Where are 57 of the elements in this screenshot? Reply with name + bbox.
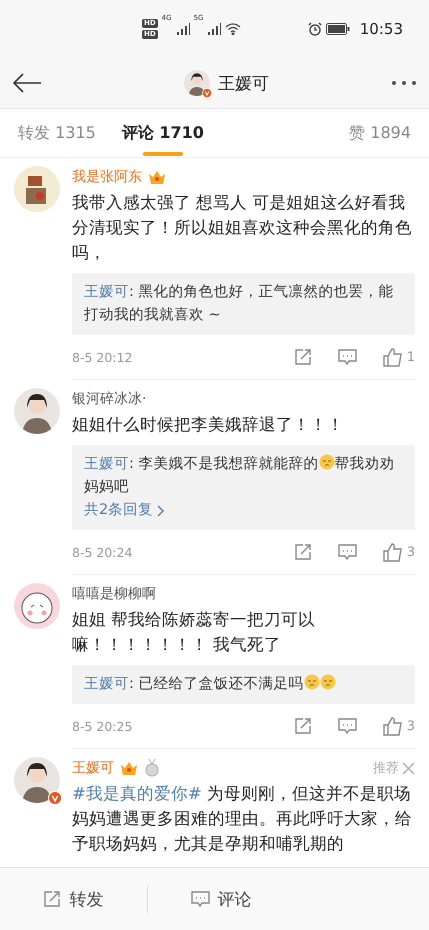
like-button[interactable]: 3	[382, 716, 415, 736]
comment-text: #我是真的爱你# 为母则刚，但这并不是职场妈妈遭遇更多困难的理由。再此呼吁大家，给予职场妈妈，尤其是孕期和哺乳期的	[72, 783, 413, 855]
wifi-icon	[225, 23, 242, 35]
comment-icon	[338, 348, 357, 366]
reply-button[interactable]	[338, 544, 357, 560]
reply-text: 王媛可: 李美娥不是我想辞就能辞的 帮我劝劝妈妈吧	[84, 453, 396, 497]
alarm-icon	[308, 22, 322, 36]
timestamp: 8-5 20:25	[72, 718, 132, 734]
share-icon	[43, 890, 62, 908]
crown-icon	[120, 760, 138, 776]
emoji-icon	[318, 454, 334, 470]
back-arrow-icon[interactable]	[12, 73, 42, 93]
comment-button[interactable]: 评论	[148, 886, 294, 912]
share-button[interactable]	[294, 717, 312, 735]
signal-icon	[207, 22, 222, 36]
username[interactable]: 我是张阿东	[72, 168, 142, 186]
tab[interactable]: 转发 1315	[18, 114, 96, 152]
comment-icon	[190, 890, 210, 908]
like-button[interactable]: 3	[382, 542, 415, 562]
timestamp: 8-5 20:24	[72, 544, 132, 560]
comment-icon	[338, 718, 357, 734]
crown-icon	[148, 169, 166, 185]
battery-icon	[326, 23, 350, 35]
more-menu-icon[interactable]	[391, 80, 417, 86]
share-icon	[294, 717, 312, 735]
share-button[interactable]	[294, 348, 312, 366]
username[interactable]: 王媛可	[72, 759, 114, 777]
tab[interactable]: 赞 1894	[349, 114, 411, 152]
more-replies-link[interactable]: 共2条回复	[84, 499, 166, 522]
like-icon	[382, 348, 403, 366]
like-button[interactable]: 1	[382, 348, 415, 366]
emoji-icon	[320, 674, 336, 690]
username[interactable]: 银河碎冰冰·	[72, 390, 146, 408]
medal-icon	[144, 759, 160, 777]
comment-text: 姐姐什么时候把李美娥辞退了！！！	[72, 414, 345, 436]
repost-button[interactable]: 转发	[0, 886, 147, 912]
clock-time: 10:53	[360, 20, 403, 38]
reply-button[interactable]	[338, 348, 357, 366]
timestamp: 8-5 20:12	[72, 350, 132, 364]
reply-text: 王媛可: 黑化的角色也好，正气凛然的也罢，能打动我的我就喜欢 ~	[84, 282, 394, 325]
comment-text: 姐姐 帮我给陈娇蕊寄一把刀可以嘛！！！！！！！ 我气死了	[72, 609, 316, 656]
like-icon	[382, 542, 403, 562]
reply-text: 王媛可: 已经给了盒饭还不满足吗	[84, 673, 403, 696]
share-icon	[294, 348, 312, 366]
reply-button[interactable]	[338, 718, 357, 734]
close-icon[interactable]	[402, 762, 415, 774]
comment-icon	[338, 544, 357, 560]
share-icon	[294, 543, 312, 561]
profile-name: 王媛可	[218, 72, 269, 94]
recommend-label[interactable]: 推荐	[373, 759, 415, 777]
like-icon	[382, 716, 403, 736]
share-button[interactable]	[294, 543, 312, 561]
signal-icon	[176, 22, 190, 36]
username[interactable]: 嘻嘻是柳柳啊	[72, 585, 156, 603]
comment-text: 我带入感太强了 想骂人 可是姐姐这么好看我分清现实了！所以姐姐喜欢这种会黑化的角色吗，	[72, 192, 413, 264]
chevron-icon	[157, 504, 166, 516]
emoji-icon	[304, 674, 320, 690]
